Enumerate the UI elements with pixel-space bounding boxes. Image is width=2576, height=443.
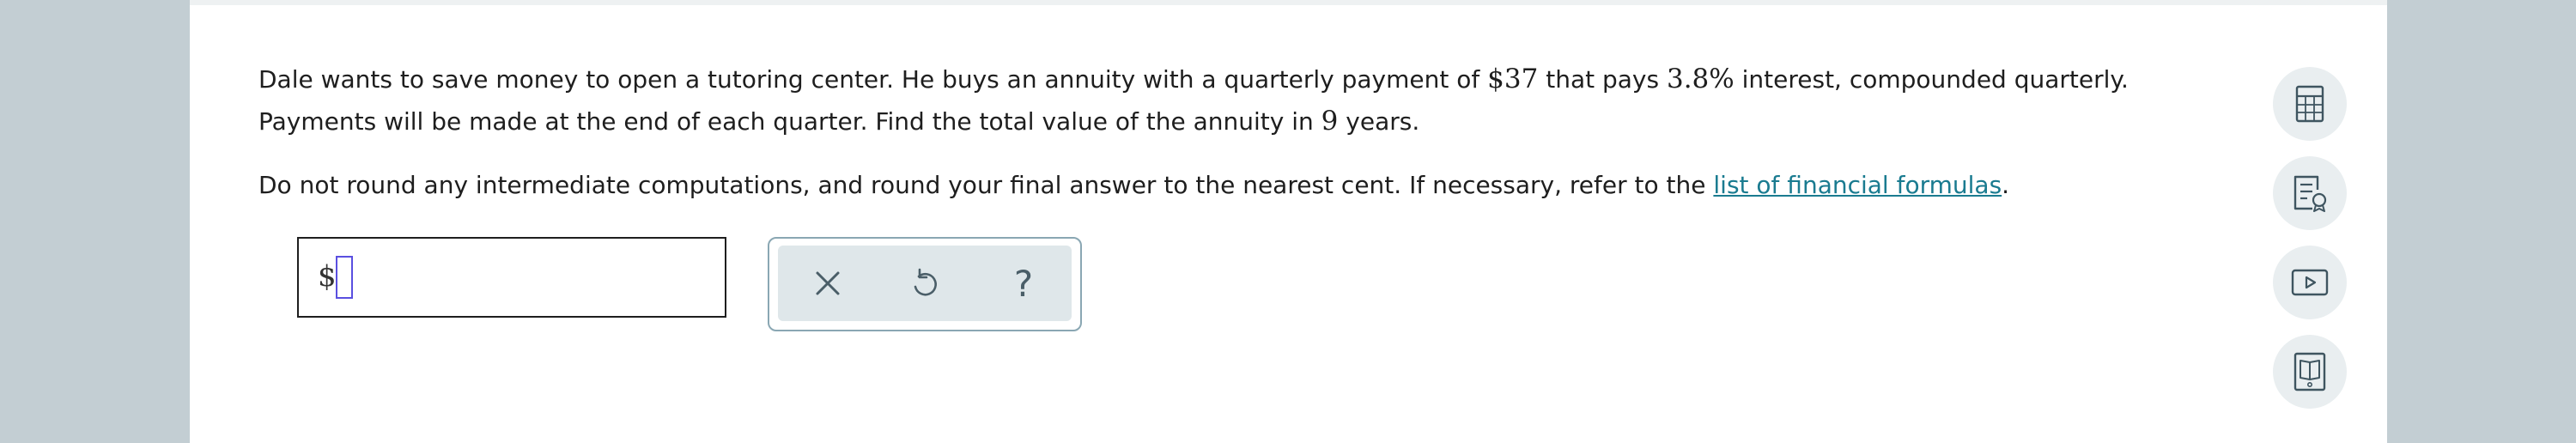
- ebook-icon: [2293, 352, 2326, 391]
- rate-value: 3.8%: [1666, 64, 1735, 94]
- calculator-button[interactable]: [2273, 67, 2347, 141]
- financial-formulas-link[interactable]: list of financial formulas: [1713, 171, 2002, 199]
- problem-statement: Dale wants to save money to open a tutor…: [258, 58, 2319, 143]
- help-icon: ?: [1013, 262, 1034, 305]
- instructions-end: .: [2002, 171, 2010, 199]
- help-button[interactable]: ?: [999, 259, 1048, 307]
- problem-text-2: that pays: [1538, 65, 1667, 94]
- years-value: 9: [1321, 106, 1339, 137]
- video-button[interactable]: [2273, 246, 2347, 319]
- answer-input-field[interactable]: [336, 256, 353, 299]
- ebook-button[interactable]: [2273, 335, 2347, 409]
- formula-sheet-button[interactable]: [2273, 156, 2347, 230]
- video-icon: [2291, 269, 2329, 296]
- clear-button[interactable]: [804, 259, 852, 307]
- answer-input-box[interactable]: $: [297, 237, 726, 318]
- calculator-icon: [2295, 85, 2324, 123]
- undo-icon: [914, 268, 937, 296]
- x-icon: [816, 271, 840, 295]
- instructions-text: Do not round any intermediate computatio…: [258, 171, 1714, 199]
- question-panel: Dale wants to save money to open a tutor…: [190, 5, 2387, 443]
- problem-text-4: Payments will be made at the end of each…: [258, 107, 1321, 136]
- problem-text-1: Dale wants to save money to open a tutor…: [258, 65, 1488, 94]
- instructions: Do not round any intermediate computatio…: [258, 165, 2319, 206]
- formula-sheet-icon: [2293, 175, 2327, 212]
- currency-symbol: $: [318, 259, 337, 294]
- undo-button[interactable]: [901, 259, 949, 307]
- problem-text-5: years.: [1338, 107, 1420, 136]
- question-text: Dale wants to save money to open a tutor…: [258, 58, 2319, 206]
- problem-text-3: interest, compounded quarterly.: [1734, 65, 2129, 94]
- answer-toolbar-inner: ?: [778, 246, 1072, 321]
- payment-value: $37: [1487, 64, 1539, 94]
- answer-toolbar: ?: [768, 237, 1082, 331]
